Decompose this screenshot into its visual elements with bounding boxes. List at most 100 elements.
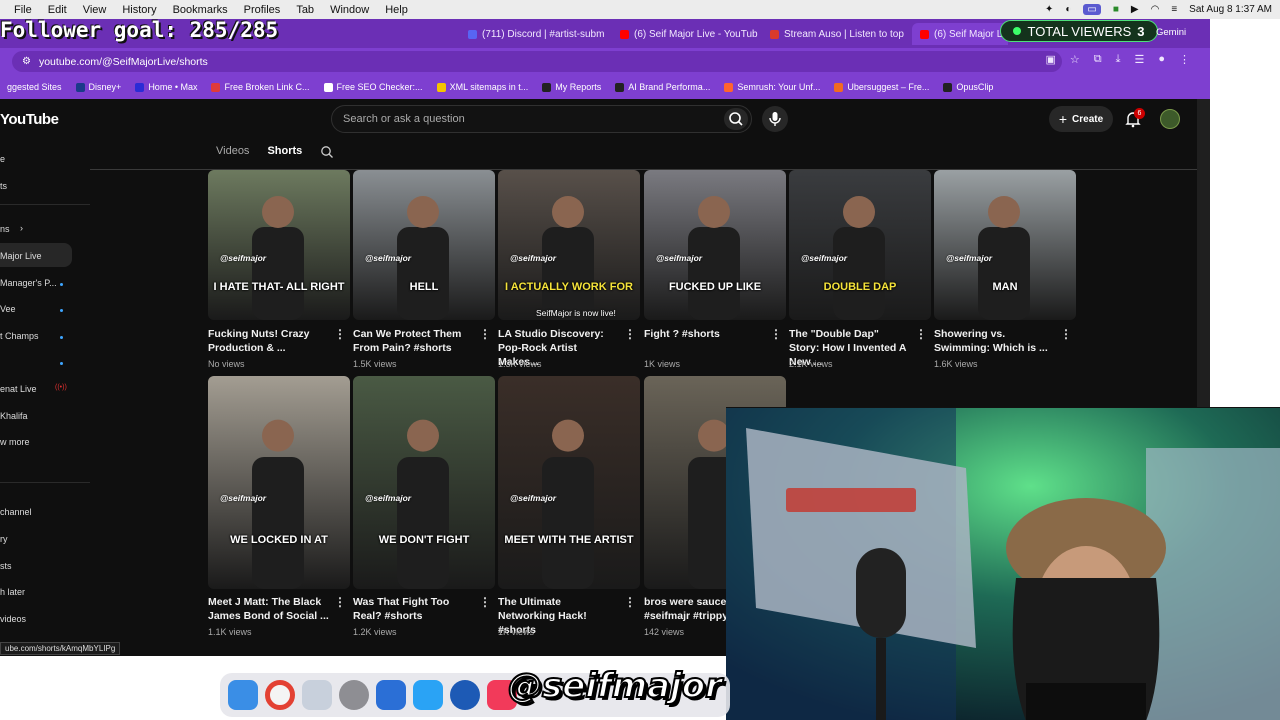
sidebar-item[interactable]: Vee [0,304,16,314]
menu-profiles[interactable]: Profiles [236,4,289,16]
channel-search-icon[interactable] [320,145,334,162]
search-button[interactable] [724,108,748,130]
extensions-icon[interactable]: ⧉ [1094,53,1102,66]
menu-tab[interactable]: Tab [288,4,322,16]
bookmark-item[interactable]: Free SEO Checker:... [317,82,430,92]
more-options-icon[interactable]: ⋮ [915,327,927,341]
bookmark-item[interactable]: Semrush: Your Unf... [717,82,827,92]
play-icon[interactable]: ▶ [1131,4,1139,15]
tab-youtube-1[interactable]: (6) Seif Major Live - YouTub ✕ [612,23,760,45]
more-options-icon[interactable]: ⋮ [1060,327,1072,341]
extension-icon[interactable]: ■ [1113,4,1119,15]
more-options-icon[interactable]: ⋮ [334,595,346,609]
system-settings-icon[interactable] [339,680,369,710]
bookmark-item[interactable]: ggested Sites [0,82,69,92]
short-thumbnail[interactable]: WE DON'T FIGHT @seifmajor [353,376,495,589]
menu-file[interactable]: File [6,4,40,16]
menu-view[interactable]: View [75,4,115,16]
tab-discord[interactable]: (711) Discord | #artist-subm ✕ [460,23,610,45]
sparkle-icon[interactable]: ✦ [1045,4,1053,15]
short-title[interactable]: Fight ? #shorts [644,327,766,341]
tab-youtube-active[interactable]: (6) Seif Major Live [912,23,1008,45]
scrollbar-track[interactable] [1197,99,1210,409]
tab-stream-auso[interactable]: Stream Auso | Listen to top ✕ [762,23,910,45]
short-thumbnail[interactable]: MAN @seifmajor [934,170,1076,320]
more-options-icon[interactable]: ⋮ [479,595,491,609]
chevron-right-icon[interactable]: › [20,223,23,233]
download-icon[interactable]: ⤓ [1116,53,1121,66]
sidebar-item[interactable]: Manager's P... [0,278,57,288]
short-thumbnail[interactable]: FUCKED UP LIKE @seifmajor [644,170,786,320]
menu-help[interactable]: Help [377,4,416,16]
address-bar[interactable]: ⚙ youtube.com/@SeifMajorLive/shorts [12,51,1062,72]
avatar[interactable] [1160,109,1180,129]
control-icon[interactable]: ◐ [1065,4,1071,15]
bookmark-item[interactable]: Ubersuggest – Fre... [827,82,936,92]
clock[interactable]: Sat Aug 8 1:37 AM [1189,4,1272,15]
sidebar-item[interactable]: ry [0,534,8,544]
site-info-icon[interactable]: ⚙ [22,56,31,67]
menu-bookmarks[interactable]: Bookmarks [165,4,236,16]
wifi-icon[interactable]: ◠ [1151,4,1160,15]
finder-icon[interactable] [228,680,258,710]
bookmark-item[interactable]: AI Brand Performa... [608,82,717,92]
sidebar-item[interactable]: sts [0,561,12,571]
gemini-tab-label[interactable]: Gemini [1156,27,1186,38]
short-title[interactable]: Showering vs. Swimming: Which is ... [934,327,1056,355]
sidebar-item[interactable]: videos [0,614,26,624]
more-options-icon[interactable]: ⋮ [479,327,491,341]
short-title[interactable]: Meet J Matt: The Black James Bond of Soc… [208,595,330,623]
voice-search-button[interactable] [762,106,788,132]
sidebar-item[interactable]: h later [0,587,25,597]
sidebar-item[interactable]: channel [0,507,32,517]
bookmark-item[interactable]: Disney+ [69,82,129,92]
more-icon[interactable]: ⋮ [1179,53,1190,66]
chrome-icon[interactable] [265,680,295,710]
youtube-logo[interactable]: YouTube [0,111,59,128]
short-thumbnail[interactable]: I HATE THAT- ALL RIGHT @seifmajor [208,170,350,320]
menu-edit[interactable]: Edit [40,4,75,16]
short-thumbnail[interactable]: DOUBLE DAP @seifmajor [789,170,931,320]
files-icon[interactable] [376,680,406,710]
profile-icon[interactable]: ● [1158,53,1165,66]
gsuite-icon[interactable] [413,680,443,710]
sidebar-item[interactable]: Khalifa [0,411,28,421]
more-options-icon[interactable]: ⋮ [624,595,636,609]
more-options-icon[interactable]: ⋮ [334,327,346,341]
sidebar-item[interactable]: Major Live [0,251,42,261]
star-icon[interactable]: ☆ [1070,53,1080,66]
bookmark-item[interactable]: Home • Max [128,82,204,92]
short-title[interactable]: Was That Fight Too Real? #shorts [353,595,475,623]
menu-extra-icon[interactable]: ≡ [1171,4,1177,15]
sidebar-item[interactable]: e [0,154,5,164]
short-thumbnail[interactable]: I ACTUALLY WORK FOR @seifmajor SeifMajor i… [498,170,640,320]
short-title[interactable]: Fucking Nuts! Crazy Production & ... [208,327,330,355]
display-icon[interactable]: ▭ [1083,4,1101,15]
cast-icon[interactable]: ▣ [1045,53,1055,66]
bookmark-item[interactable]: XML sitemaps in t... [430,82,536,92]
sidebar-item[interactable]: ns [0,224,10,234]
search-input[interactable]: Search or ask a question [331,105,752,133]
close-icon[interactable]: ✕ [909,28,910,41]
bookmark-item[interactable]: OpusClip [936,82,1000,92]
close-icon[interactable]: ✕ [609,28,610,41]
tab-videos[interactable]: Videos [216,145,249,162]
short-thumbnail[interactable]: MEET WITH THE ARTIST @seifmajor [498,376,640,589]
launchpad-icon[interactable] [302,680,332,710]
menu-window[interactable]: Window [322,4,377,16]
create-button[interactable]: + Create [1049,106,1113,132]
sidebar-item[interactable]: enat Live [0,384,37,394]
short-thumbnail[interactable]: HELL @seifmajor [353,170,495,320]
sidebar-item[interactable]: t Champs [0,331,39,341]
short-title[interactable]: Can We Protect Them From Pain? #shorts [353,327,475,355]
short-thumbnail[interactable]: WE LOCKED IN AT @seifmajor [208,376,350,589]
more-options-icon[interactable]: ⋮ [770,327,782,341]
bookmark-item[interactable]: Free Broken Link C... [204,82,316,92]
bookmark-item[interactable]: My Reports [535,82,608,92]
reading-list-icon[interactable]: ☰ [1134,53,1144,66]
more-options-icon[interactable]: ⋮ [624,327,636,341]
sidebar-item[interactable]: w more [0,437,30,447]
tab-shorts[interactable]: Shorts [267,145,302,162]
sidebar-item[interactable]: ts [0,181,7,191]
menu-history[interactable]: History [114,4,164,16]
